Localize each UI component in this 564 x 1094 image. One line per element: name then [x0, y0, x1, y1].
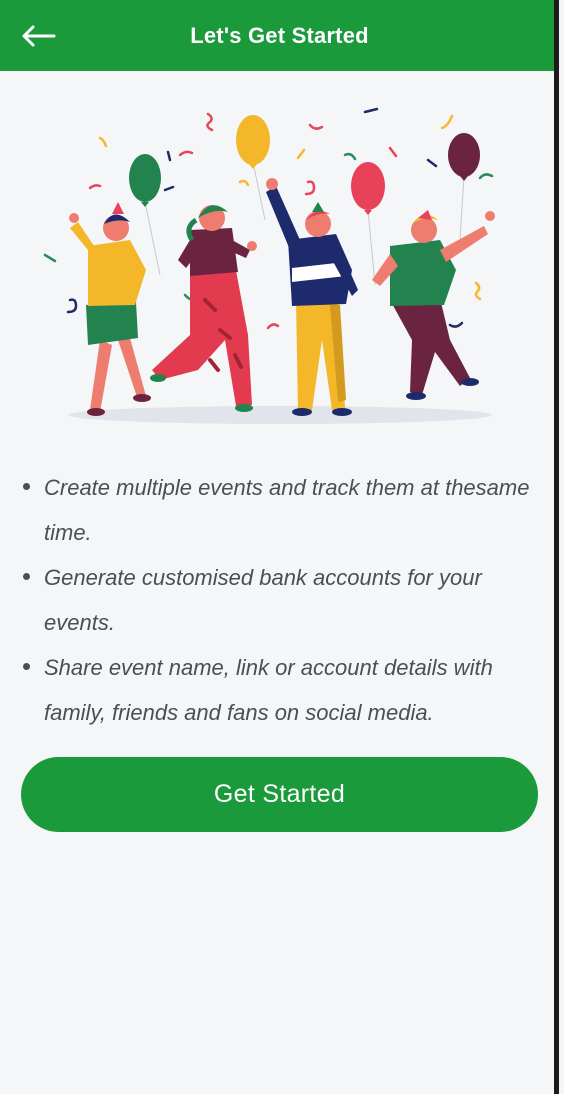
- app-bar: Let's Get Started: [0, 0, 559, 71]
- bullet-dot: [23, 573, 30, 580]
- back-button[interactable]: [18, 18, 58, 54]
- bullet-dot: [23, 663, 30, 670]
- feature-text: Share event name, link or account detail…: [44, 655, 493, 725]
- window-edge: [554, 0, 559, 1094]
- party-celebration-illustration: [43, 107, 495, 424]
- get-started-button[interactable]: Get Started: [21, 757, 538, 832]
- feature-item: Share event name, link or account detail…: [20, 645, 545, 735]
- bullet-dot: [23, 483, 30, 490]
- person-red: [150, 205, 257, 412]
- screen: Let's Get Started Create multiple events…: [0, 0, 559, 1094]
- feature-text: Create multiple events and track them at…: [44, 475, 530, 545]
- feature-item: Create multiple events and track them at…: [20, 465, 545, 555]
- ground-shadow: [68, 406, 492, 424]
- person-green: [372, 210, 495, 400]
- feature-list: Create multiple events and track them at…: [20, 465, 545, 735]
- feature-item: Generate customised bank accounts for yo…: [20, 555, 545, 645]
- arrow-left-icon: [22, 25, 56, 47]
- person-navy: [266, 178, 358, 416]
- page-title: Let's Get Started: [190, 22, 369, 48]
- feature-text: Generate customised bank accounts for yo…: [44, 565, 482, 635]
- person-yellow: [69, 202, 151, 416]
